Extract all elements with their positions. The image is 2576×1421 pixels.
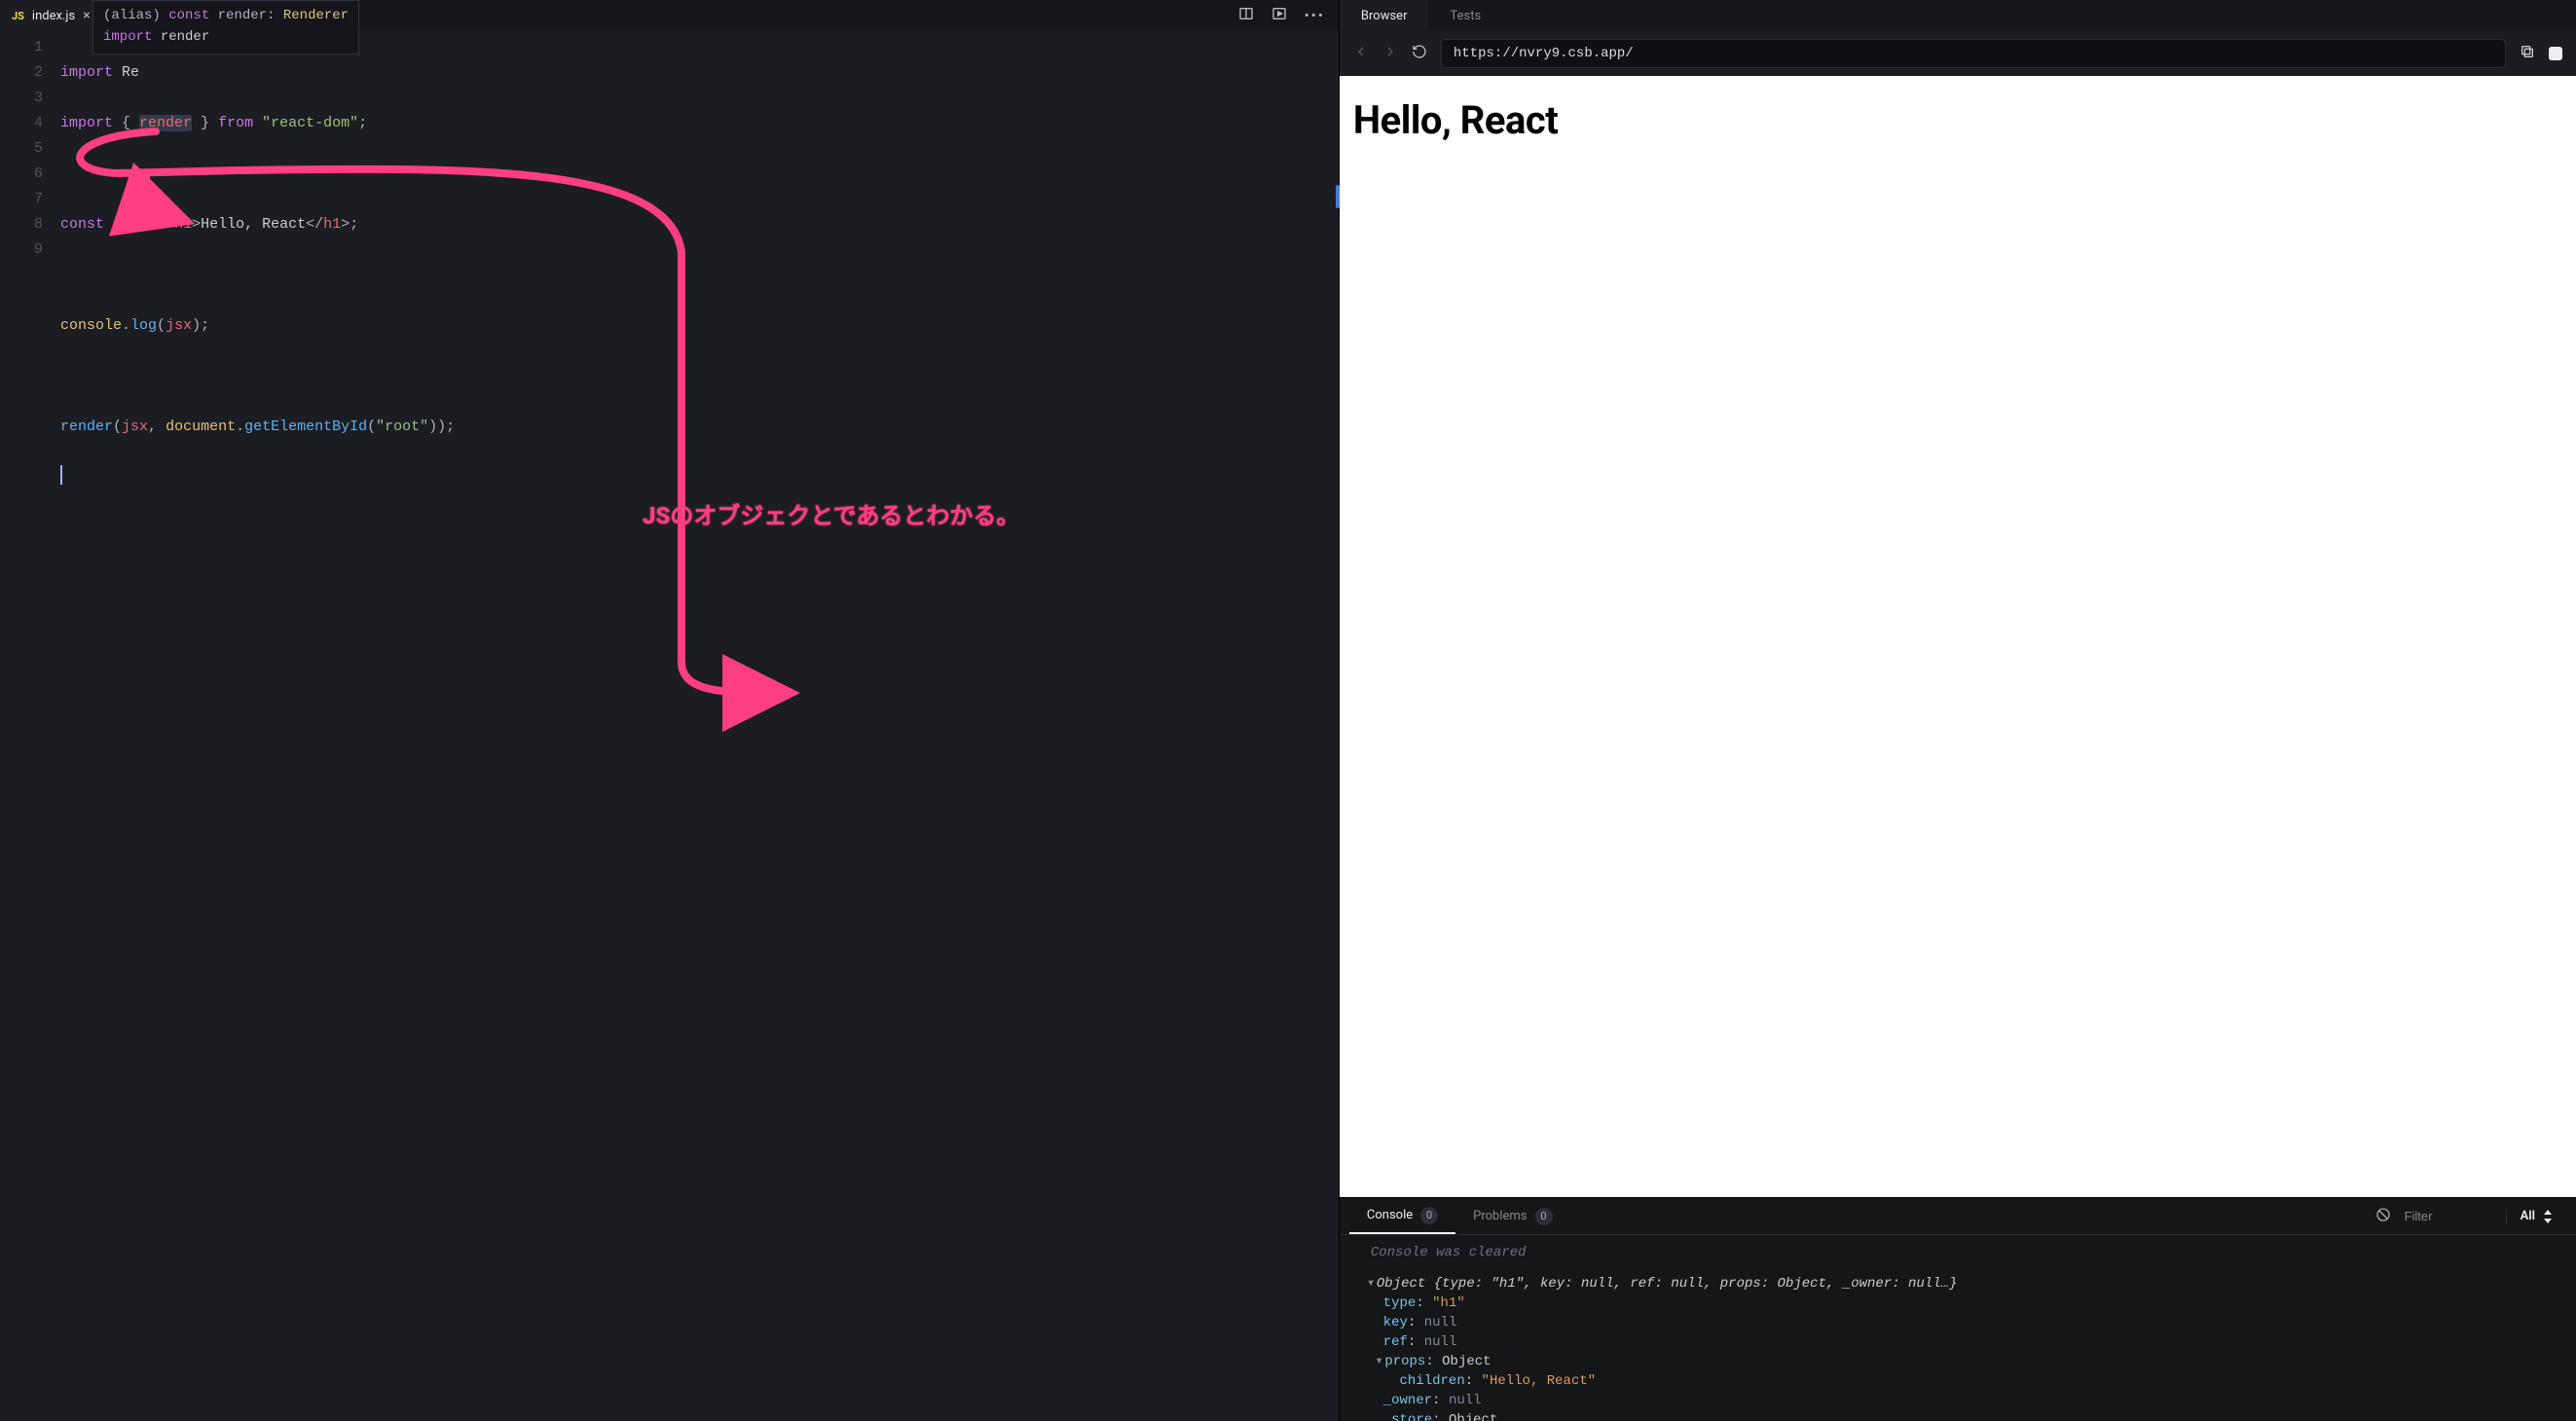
code-editor[interactable]: 1 2 3 4 5 6 7 8 9 import Re import { ren… (0, 31, 1339, 1421)
devtools-panel: Console 0 Problems 0 All (1340, 1197, 2576, 1421)
js-file-icon: JS (12, 10, 24, 22)
editor-pane: JS index.js × ••• (alias) const rend (0, 0, 1340, 1421)
console-output[interactable]: Console was cleared ▾Object {type: "h1",… (1340, 1235, 2576, 1421)
editor-actions: ••• (1225, 0, 1339, 31)
nav-reload-icon[interactable] (1412, 44, 1427, 63)
page-heading: Hello, React (1353, 97, 2562, 143)
text-cursor (60, 465, 62, 485)
close-icon[interactable]: × (83, 8, 90, 23)
app-root: JS index.js × ••• (alias) const rend (0, 0, 2576, 1421)
tab-filename: index.js (32, 9, 75, 23)
line-gutter: 1 2 3 4 5 6 7 8 9 (0, 35, 60, 1421)
problems-count-badge: 0 (1535, 1208, 1553, 1225)
browser-urlbar (1340, 31, 2576, 76)
preview-icon[interactable] (1271, 6, 1287, 25)
tab-problems[interactable]: Problems 0 (1455, 1198, 1569, 1234)
tab-browser[interactable]: Browser (1340, 0, 1429, 31)
preview-tabbar: Browser Tests (1340, 0, 2576, 31)
tab-index-js[interactable]: JS index.js × (0, 0, 102, 31)
open-window-icon[interactable] (2549, 47, 2562, 60)
console-count-badge: 0 (1420, 1207, 1438, 1224)
tab-tests[interactable]: Tests (1428, 0, 1502, 31)
url-input[interactable] (1441, 39, 2506, 68)
code-content[interactable]: import Re import { render } from "react-… (60, 35, 1339, 1421)
tab-console[interactable]: Console 0 (1349, 1198, 1455, 1234)
nav-back-icon[interactable] (1353, 44, 1369, 63)
filter-input[interactable] (2405, 1209, 2492, 1223)
log-level-select[interactable]: All (2506, 1209, 2566, 1223)
preview-page: Hello, React (1340, 76, 2576, 1197)
no-filter-icon[interactable] (2375, 1207, 2391, 1226)
intellisense-hover: (alias) const render: Renderer import re… (92, 0, 359, 55)
nav-forward-icon[interactable] (1382, 44, 1398, 63)
split-editor-icon[interactable] (1238, 6, 1254, 25)
console-cleared-msg: Console was cleared (1371, 1243, 2562, 1262)
copy-icon[interactable] (2520, 44, 2535, 63)
preview-pane: Browser Tests Hello, React (1340, 0, 2576, 1421)
more-icon[interactable]: ••• (1305, 7, 1325, 24)
devtools-tabbar: Console 0 Problems 0 All (1340, 1198, 2576, 1235)
sort-icon (2543, 1210, 2553, 1223)
console-object-summary[interactable]: ▾Object {type: "h1", key: null, ref: nul… (1367, 1274, 2562, 1293)
